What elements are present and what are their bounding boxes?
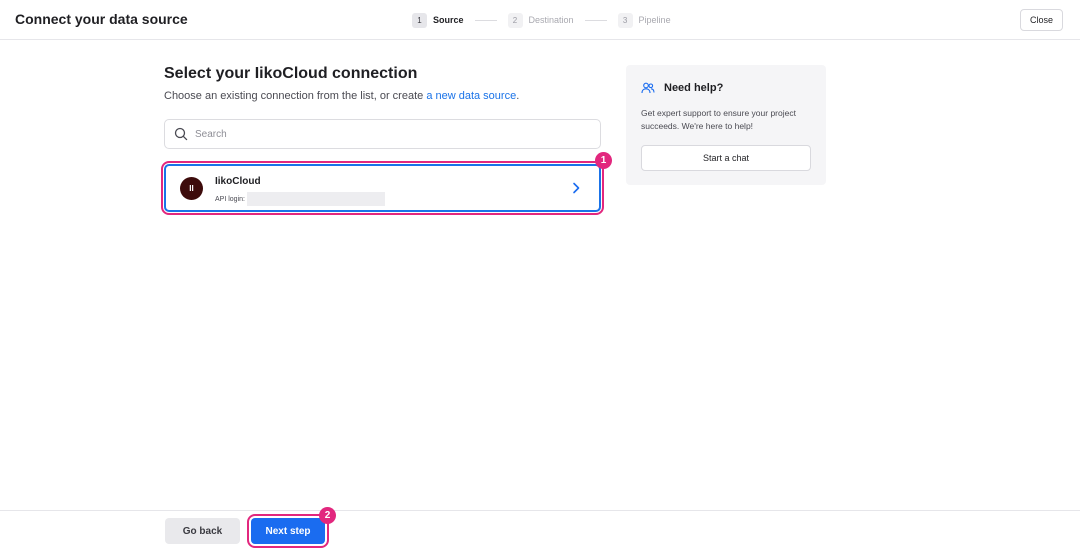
page-title: Connect your data source [15, 11, 188, 27]
step-label: Pipeline [638, 15, 671, 25]
subtitle-text: Choose an existing connection from the l… [164, 90, 427, 102]
step-number: 3 [617, 12, 633, 28]
step-source: 1 Source [412, 12, 464, 28]
step-label: Destination [528, 15, 574, 25]
search-icon [174, 127, 188, 141]
step-number: 2 [507, 12, 523, 28]
annotation-badge: 1 [595, 152, 612, 169]
step-pipeline: 3 Pipeline [617, 12, 671, 28]
redacted-value [246, 192, 385, 206]
next-step-button[interactable]: Next step [247, 514, 329, 548]
step-divider [474, 19, 497, 21]
go-back-button[interactable]: Go back [165, 518, 240, 544]
login-label: API login: [215, 195, 245, 203]
help-title: Need help? [664, 82, 724, 94]
stepper: 1 Source 2 Destination 3 Pipeline [412, 12, 671, 28]
step-number: 1 [412, 12, 427, 28]
new-data-source-link[interactable]: a new data source [426, 90, 516, 102]
close-button[interactable]: Close [1020, 9, 1063, 31]
footer-bar: Go back Next step [0, 510, 1080, 550]
annotation-badge: 2 [319, 507, 336, 524]
help-panel: Need help? Get expert support to ensure … [626, 65, 826, 185]
step-label: Source [433, 15, 464, 25]
chevron-right-icon [573, 182, 580, 194]
connection-name: IikoCloud [215, 176, 261, 187]
section-title: Select your IikoCloud connection [164, 65, 418, 82]
top-bar: Connect your data source 1 Source 2 Dest… [0, 0, 1080, 40]
start-chat-button[interactable]: Start a chat [641, 145, 811, 171]
subtitle-suffix: . [516, 90, 520, 102]
people-icon [641, 82, 655, 94]
help-header: Need help? [641, 82, 723, 94]
help-text: Get expert support to ensure your projec… [641, 108, 796, 131]
step-destination: 2 Destination [507, 12, 574, 28]
connection-login: API login: [215, 192, 385, 206]
step-divider [584, 19, 607, 21]
section-subtitle: Choose an existing connection from the l… [164, 90, 519, 102]
connection-item-iikocloud[interactable]: II IikoCloud API login: [161, 161, 604, 215]
search-box[interactable] [164, 119, 601, 149]
search-input[interactable] [195, 128, 575, 140]
avatar: II [180, 177, 203, 200]
